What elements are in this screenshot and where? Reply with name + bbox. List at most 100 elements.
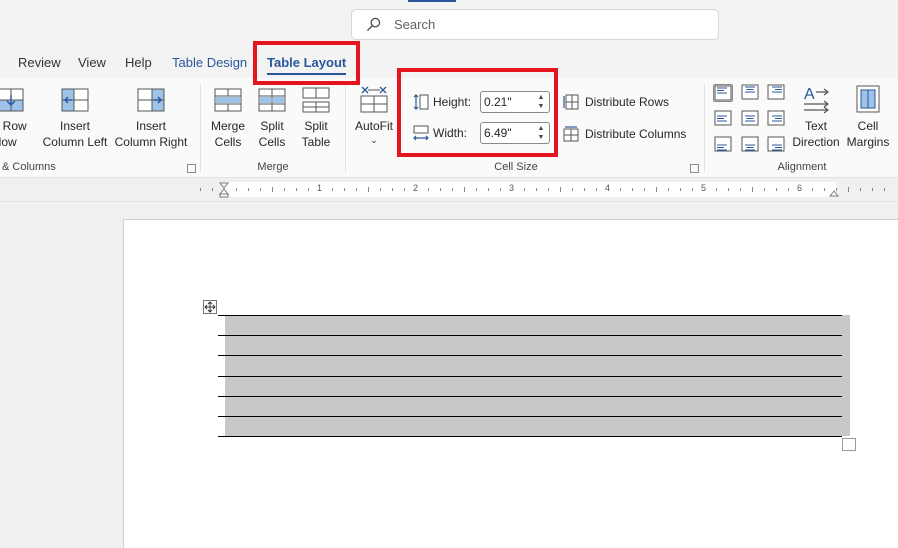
- rows-columns-dialog-launcher-icon[interactable]: [187, 164, 196, 173]
- merge-cells-line2: Cells: [214, 135, 242, 149]
- insert-column-right-icon: [137, 88, 165, 112]
- rows-columns-group-label: & Columns: [2, 161, 56, 173]
- height-spinner[interactable]: ▲ ▼: [536, 93, 546, 111]
- align-bottom-left-button[interactable]: [713, 136, 733, 154]
- table-move-handle[interactable]: [203, 300, 217, 314]
- cell-size-dialog-launcher-icon[interactable]: [690, 164, 699, 173]
- text-direction-button[interactable]: A Text Direction: [790, 84, 842, 150]
- row-height-icon: [413, 94, 429, 110]
- autofit-button[interactable]: AutoFit ⌄: [352, 84, 396, 146]
- tab-review[interactable]: Review: [18, 55, 61, 75]
- cell-size-group-label: Cell Size: [494, 161, 538, 173]
- insert-column-right-line2: Column Right: [114, 135, 188, 149]
- ruler-tick: [764, 188, 765, 191]
- ruler-tick: [308, 188, 309, 191]
- height-input[interactable]: 0.21" ▲ ▼: [480, 91, 550, 113]
- ruler-tick: [632, 188, 633, 191]
- split-table-button[interactable]: Split Table: [296, 86, 336, 150]
- insert-row-below-button[interactable]: rt Row elow: [0, 86, 36, 150]
- insert-column-right-button[interactable]: Insert Column Right: [113, 86, 189, 150]
- ruler-tick: [380, 188, 381, 191]
- ruler-tick: [548, 188, 549, 191]
- align-bottom-right-icon: [767, 136, 785, 152]
- ruler-tick: [668, 188, 669, 191]
- search-placeholder[interactable]: Search: [394, 17, 435, 32]
- ruler-tick: [260, 188, 261, 191]
- width-input[interactable]: 6.49" ▲ ▼: [480, 122, 550, 144]
- align-center-left-button[interactable]: [713, 110, 733, 128]
- ruler-tick: [740, 188, 741, 191]
- right-indent-marker[interactable]: [828, 184, 840, 198]
- insert-column-left-line1: Insert: [59, 119, 90, 133]
- search-icon: [366, 17, 381, 32]
- ruler-tick: [848, 187, 849, 192]
- align-top-left-icon: [714, 85, 732, 101]
- tab-table-design[interactable]: Table Design: [172, 55, 247, 75]
- left-indent-marker[interactable]: [218, 182, 230, 198]
- spin-up-icon[interactable]: ▲: [536, 93, 546, 102]
- insert-column-left-button[interactable]: Insert Column Left: [40, 86, 110, 150]
- ruler-tick: [332, 188, 333, 191]
- ruler-number: 1: [317, 183, 323, 193]
- ruler-tick: [644, 188, 645, 191]
- horizontal-ruler[interactable]: 1 2 3 4 5 6: [0, 178, 898, 202]
- ruler-number: 6: [797, 183, 803, 193]
- ruler-tick: [860, 188, 861, 191]
- svg-text:A: A: [804, 86, 815, 103]
- spin-down-icon[interactable]: ▼: [536, 102, 546, 111]
- cell-margins-button[interactable]: Cell Margins: [844, 84, 892, 150]
- ruler-tick: [296, 188, 297, 191]
- insert-column-left-line2: Column Left: [42, 135, 108, 149]
- merge-cells-button[interactable]: Merge Cells: [206, 86, 250, 150]
- insert-row-below-icon: [0, 88, 24, 112]
- insert-row-below-line2: elow: [0, 135, 17, 149]
- split-cells-line1: Split: [260, 119, 284, 133]
- align-bottom-left-icon: [714, 136, 732, 152]
- align-top-right-button[interactable]: [766, 84, 786, 102]
- distribute-rows-button[interactable]: Distribute Rows: [563, 94, 669, 110]
- split-table-line2: Table: [301, 135, 331, 149]
- width-spinner[interactable]: ▲ ▼: [536, 124, 546, 142]
- ruler-tick: [428, 188, 429, 191]
- ruler-number: 2: [413, 183, 419, 193]
- tab-view[interactable]: View: [78, 55, 106, 75]
- align-top-left-button[interactable]: [713, 84, 733, 102]
- spin-up-icon[interactable]: ▲: [536, 124, 546, 133]
- cell-margins-line1: Cell: [857, 119, 879, 133]
- align-center-button[interactable]: [740, 110, 760, 128]
- ruler-tick: [368, 187, 369, 192]
- autofit-label: AutoFit: [354, 119, 393, 133]
- ruler-tick: [536, 188, 537, 191]
- cell-margins-icon: [856, 85, 880, 113]
- ruler-tick: [884, 188, 885, 191]
- table-resize-handle[interactable]: [842, 438, 856, 451]
- ruler-tick: [344, 188, 345, 191]
- ruler-tick: [356, 188, 357, 191]
- align-bottom-center-button[interactable]: [740, 136, 760, 154]
- ruler-tick: [560, 187, 561, 192]
- ruler-tick: [284, 188, 285, 191]
- ruler-text-area: [224, 182, 836, 197]
- distribute-columns-button[interactable]: Distribute Columns: [563, 126, 686, 142]
- align-top-right-icon: [767, 84, 785, 100]
- merge-cells-line1: Merge: [210, 119, 245, 133]
- split-cells-button[interactable]: Split Cells: [252, 86, 292, 150]
- cell-margins-line2: Margins: [846, 135, 890, 149]
- title-bar: Search: [0, 0, 898, 48]
- tab-help[interactable]: Help: [125, 55, 152, 75]
- move-arrows-icon: [204, 301, 216, 313]
- align-center-left-icon: [714, 110, 732, 126]
- ruler-tick: [440, 188, 441, 191]
- ruler-tick: [872, 188, 873, 191]
- align-center-right-button[interactable]: [766, 110, 786, 128]
- group-separator: [704, 84, 705, 172]
- ruler-tick: [584, 188, 585, 191]
- spin-down-icon[interactable]: ▼: [536, 133, 546, 142]
- align-bottom-right-button[interactable]: [766, 136, 786, 154]
- ruler-number: 3: [509, 183, 515, 193]
- align-top-center-button[interactable]: [740, 84, 760, 102]
- ribbon-tabs: Review View Help Table Design Table Layo…: [0, 48, 898, 78]
- search-box[interactable]: Search: [351, 9, 719, 40]
- tab-table-layout[interactable]: Table Layout: [267, 55, 347, 75]
- height-row: Height: 0.21" ▲ ▼: [412, 91, 550, 113]
